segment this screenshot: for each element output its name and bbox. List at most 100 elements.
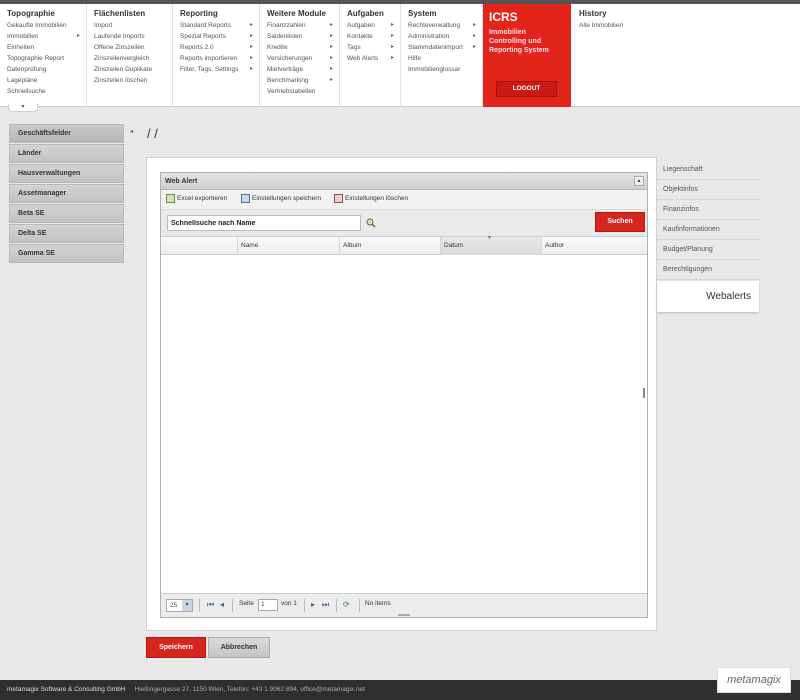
menu-item[interactable]: Reports importieren ▸: [180, 53, 259, 64]
first-page-icon[interactable]: ⏮: [207, 600, 214, 610]
web-alert-grid: Web Alert ▲ Excel exportieren Einstellun…: [160, 172, 648, 618]
menu-item[interactable]: Saldenlisten ▸: [267, 31, 339, 42]
menu-item[interactable]: Mietverträge ▸: [267, 64, 339, 75]
menu-heading-flaechenlisten[interactable]: Flächenlisten: [94, 9, 172, 20]
menu-item[interactable]: Stammdatenimport ▸: [408, 42, 482, 53]
chevron-right-icon: ▸: [390, 33, 394, 39]
nav-item-beta-se[interactable]: Beta SE: [9, 204, 124, 223]
chevron-right-icon: ▸: [329, 55, 333, 61]
save-button[interactable]: Speichern: [146, 637, 206, 658]
menu-item[interactable]: Web Alerts ▸: [347, 53, 400, 64]
menu-item[interactable]: Versicherungen ▸: [267, 53, 339, 64]
main-menu: Topographie Gekaufte Immobilien Immobili…: [0, 4, 800, 107]
menu-column-aufgaben: Aufgaben Aufgaben ▸ Kontakte ▸ Tags ▸ Web A…: [340, 4, 401, 107]
menu-heading-topographie[interactable]: Topographie: [7, 9, 86, 20]
menu-item[interactable]: Zinszeilen Duplikate: [94, 64, 172, 75]
tab-berechtigungen[interactable]: Berechtigungen: [657, 260, 759, 280]
menu-item[interactable]: Import: [94, 20, 172, 31]
search-button[interactable]: Suchen: [595, 212, 645, 232]
page-size-select[interactable]: 25 ▼: [166, 599, 193, 612]
delete-settings-button[interactable]: Einstellungen löschen: [334, 194, 408, 203]
left-navigation: Geschäftsfelder Länder Hausverwaltungen …: [9, 124, 124, 264]
search-bar: Suchen: [161, 210, 647, 237]
menu-item[interactable]: Topographie Report: [7, 53, 86, 64]
icrs-panel: ICRS Immobilien Controlling und Reportin…: [483, 4, 571, 107]
menu-item[interactable]: Kredite ▸: [267, 42, 339, 53]
menu-item[interactable]: Tags ▸: [347, 42, 400, 53]
column-headers: Name Album Datum Author ▼: [161, 235, 647, 255]
pager-separator: [336, 599, 337, 612]
menu-item[interactable]: Vertriebstabellen: [267, 86, 339, 97]
nav-item-assetmanager[interactable]: Assetmanager: [9, 184, 124, 203]
menu-item[interactable]: Immobilien ▸: [7, 31, 86, 42]
menu-item[interactable]: Datenprüfung: [7, 64, 86, 75]
logout-button[interactable]: LOGOUT: [496, 81, 557, 97]
menu-heading-reporting[interactable]: Reporting: [180, 9, 259, 20]
column-header-empty[interactable]: [161, 237, 237, 255]
menu-item[interactable]: Gekaufte Immobilien: [7, 20, 86, 31]
nav-item-hausverwaltungen[interactable]: Hausverwaltungen: [9, 164, 124, 183]
menu-item[interactable]: Schnellsuche: [7, 86, 86, 97]
pager-separator: [359, 599, 360, 612]
menu-heading-system[interactable]: System: [408, 9, 482, 20]
search-input[interactable]: [167, 215, 361, 231]
nav-item-delta-se[interactable]: Delta SE: [9, 224, 124, 243]
menu-item[interactable]: Standard Reports ▸: [180, 20, 259, 31]
menu-item[interactable]: Aufgaben ▸: [347, 20, 400, 31]
chevron-right-icon: ▸: [76, 33, 80, 39]
menu-item[interactable]: Benchmarking ▸: [267, 75, 339, 86]
grid-toolbar: Excel exportieren Einstellungen speicher…: [161, 190, 647, 210]
previous-page-icon[interactable]: ◂: [220, 600, 224, 609]
column-header-name[interactable]: Name: [237, 237, 339, 255]
nav-item-geschaeftsfelder[interactable]: Geschäftsfelder: [9, 124, 124, 143]
column-header-author[interactable]: Author: [541, 237, 647, 255]
save-settings-button[interactable]: Einstellungen speichern: [241, 194, 321, 203]
nav-item-laender[interactable]: Länder: [9, 144, 124, 163]
next-page-icon[interactable]: ▸: [311, 600, 315, 609]
menu-heading-aufgaben[interactable]: Aufgaben: [347, 9, 400, 20]
tab-kaufinformationen[interactable]: Kaufinformationen: [657, 220, 759, 240]
tab-budget-planung[interactable]: Budget/Planung: [657, 240, 759, 260]
tab-finanzinfos[interactable]: Finanzinfos: [657, 200, 759, 220]
last-page-icon[interactable]: ⏭: [322, 600, 329, 610]
menu-item[interactable]: Immobilienglossar: [408, 64, 482, 75]
menu-item[interactable]: Reports 2.0 ▸: [180, 42, 259, 53]
menu-item[interactable]: Einheiten: [7, 42, 86, 53]
menu-item[interactable]: Laufende Imports: [94, 31, 172, 42]
menu-item[interactable]: Filter, Tags, Settings ▸: [180, 64, 259, 75]
tab-webalerts[interactable]: Webalerts: [657, 281, 759, 312]
menu-item[interactable]: Spezial Reports ▸: [180, 31, 259, 42]
menu-item[interactable]: Hilfe: [408, 53, 482, 64]
cancel-button[interactable]: Abbrechen: [208, 637, 270, 658]
page-number-input[interactable]: 1: [258, 599, 278, 611]
menu-item[interactable]: Rechteverwaltung ▸: [408, 20, 482, 31]
chevron-right-icon[interactable]: ◂: [130, 128, 133, 135]
column-header-album[interactable]: Album: [339, 237, 440, 255]
chevron-down-icon[interactable]: ▾: [8, 104, 38, 112]
menu-item[interactable]: Offene Zinszeilen: [94, 42, 172, 53]
resize-grip-icon[interactable]: [398, 614, 410, 616]
tab-objektinfos[interactable]: Objektinfos: [657, 180, 759, 200]
scrollbar[interactable]: [643, 388, 645, 398]
collapse-icon[interactable]: ▲: [634, 176, 644, 186]
search-icon[interactable]: [366, 218, 376, 228]
menu-item[interactable]: Kontakte ▸: [347, 31, 400, 42]
chevron-right-icon: ▸: [249, 44, 253, 50]
menu-heading-weitere-module[interactable]: Weitere Module: [267, 9, 339, 20]
refresh-icon[interactable]: ⟳: [343, 600, 350, 609]
menu-item[interactable]: Zinszeilenvergleich: [94, 53, 172, 64]
menu-item[interactable]: Alle Immobilien: [579, 20, 623, 31]
pager-status: No items: [365, 600, 391, 607]
metamagix-logo[interactable]: metamagix: [717, 667, 791, 693]
menu-item[interactable]: Finanzzahlen ▸: [267, 20, 339, 31]
menu-item[interactable]: Zinszeilen löschen: [94, 75, 172, 86]
excel-export-button[interactable]: Excel exportieren: [166, 194, 227, 203]
nav-item-gamma-se[interactable]: Gamma SE: [9, 244, 124, 263]
menu-item[interactable]: Lagepläne: [7, 75, 86, 86]
menu-item[interactable]: Administration ▸: [408, 31, 482, 42]
chevron-down-icon: ▼: [182, 600, 192, 611]
menu-column-flaechenlisten: Flächenlisten Import Laufende Imports Of…: [87, 4, 173, 107]
tab-liegenschaft[interactable]: Liegenschaft: [657, 160, 759, 180]
page-label: Seite: [239, 600, 254, 607]
menu-heading-history[interactable]: History: [579, 9, 623, 20]
